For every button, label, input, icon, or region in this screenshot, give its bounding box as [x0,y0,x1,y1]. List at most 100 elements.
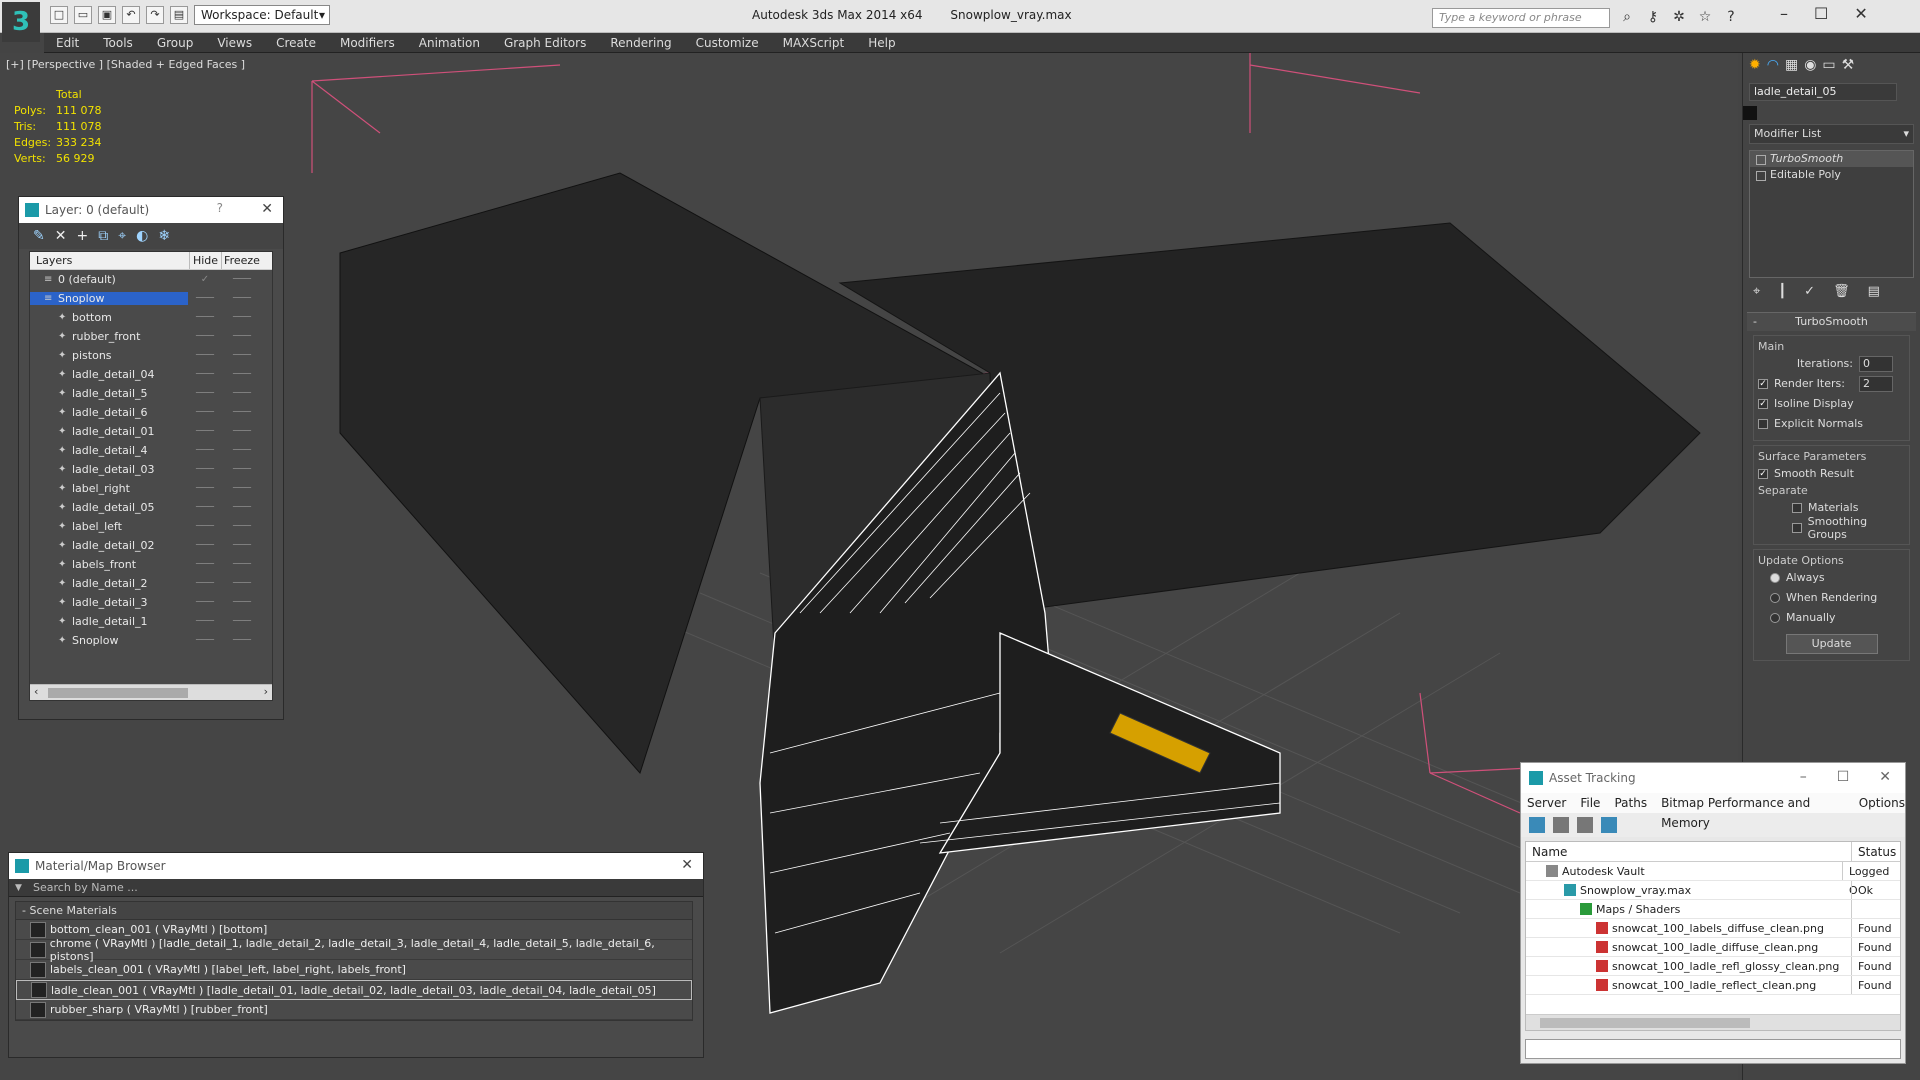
display-tab-icon[interactable]: ▭ [1822,57,1835,75]
layer-row[interactable]: ✦ Snoplow ─── ─── [30,631,272,650]
hide-toggle[interactable]: ─── [188,464,222,475]
scroll-thumb[interactable] [1540,1018,1750,1028]
hide-toggle[interactable]: ─── [188,369,222,380]
freeze-toggle[interactable]: ─── [222,331,262,342]
freeze-toggle[interactable]: ─── [222,312,262,323]
freeze-toggle[interactable]: ─── [222,445,262,456]
table-view-icon[interactable] [1601,817,1617,833]
material-item[interactable]: labels_clean_001 ( VRayMtl ) [label_left… [16,960,692,980]
close-icon[interactable]: ✕ [261,201,273,217]
menu-edit[interactable]: Edit [44,36,91,50]
hide-toggle[interactable]: ─── [188,635,222,646]
freeze-toggle[interactable]: ─── [222,350,262,361]
layer-row[interactable]: ✦ ladle_detail_2 ─── ─── [30,574,272,593]
asset-menu-bitmap-performance-and-memory[interactable]: Bitmap Performance and Memory [1661,793,1845,830]
hierarchy-tab-icon[interactable]: ▦ [1785,57,1798,75]
layer-row[interactable]: ✦ ladle_detail_1 ─── ─── [30,612,272,631]
app-logo-icon[interactable]: 3 [2,2,40,42]
material-search-input[interactable]: Search by Name ... [9,879,703,897]
layer-row[interactable]: ✦ bottom ─── ─── [30,308,272,327]
hide-toggle[interactable]: ─── [188,407,222,418]
menu-tools[interactable]: Tools [91,36,145,50]
delete-layer-icon[interactable]: ✕ [55,228,67,244]
col-freeze[interactable]: Freeze [222,252,262,269]
layer-panel-header[interactable]: Layer: 0 (default) ? ✕ [19,197,283,223]
freeze-all-icon[interactable]: ❄ [158,228,170,244]
menu-group[interactable]: Group [145,36,206,50]
configure-sets-icon[interactable]: ▤ [1868,284,1880,306]
refresh-icon[interactable] [1529,817,1545,833]
add-to-layer-icon[interactable]: + [76,228,88,244]
freeze-toggle[interactable]: ─── [222,616,262,627]
object-color-swatch[interactable] [1743,105,1757,120]
hide-toggle[interactable]: ─── [188,445,222,456]
layer-row[interactable]: ✦ rubber_front ─── ─── [30,327,272,346]
scene-materials-section[interactable]: - Scene Materials [16,902,692,920]
hide-toggle[interactable]: ─── [188,312,222,323]
freeze-toggle[interactable]: ─── [222,559,262,570]
modifier-list-dropdown[interactable]: Modifier List [1749,123,1914,144]
always-radio[interactable] [1770,572,1780,583]
menu-animation[interactable]: Animation [407,36,492,50]
minimize-icon[interactable]: – [1800,769,1807,785]
hide-toggle[interactable]: ─── [188,502,222,513]
col-layers[interactable]: Layers [30,252,190,269]
layer-scrollbar[interactable]: ‹ › [30,684,272,700]
freeze-toggle[interactable]: ─── [222,521,262,532]
menu-create[interactable]: Create [264,36,328,50]
asset-row[interactable]: snowcat_100_ladle_refl_glossy_clean.png F… [1526,957,1900,976]
layer-row[interactable]: ≡ Snoplow ─── ─── [30,289,272,308]
when-rendering-radio[interactable] [1770,592,1780,603]
layer-row[interactable]: ✦ ladle_detail_01 ─── ─── [30,422,272,441]
hide-toggle[interactable]: ─── [188,540,222,551]
freeze-toggle[interactable]: ─── [222,483,262,494]
freeze-toggle[interactable]: ─── [222,635,262,646]
new-file-icon[interactable]: □ [50,6,68,24]
close-icon[interactable]: ✕ [1854,4,1867,23]
asset-row[interactable]: snowcat_100_ladle_reflect_clean.png Found [1526,976,1900,995]
hide-toggle[interactable]: ─── [188,331,222,342]
make-unique-icon[interactable]: ✓ [1804,284,1815,306]
layer-row[interactable]: ✦ ladle_detail_5 ─── ─── [30,384,272,403]
render-iters-spinner[interactable]: 2 [1859,375,1893,392]
maximize-icon[interactable]: ☐ [1814,4,1828,23]
menu-maxscript[interactable]: MAXScript [771,36,857,50]
material-browser-header[interactable]: Material/Map Browser ✕ [9,853,703,879]
menu-views[interactable]: Views [205,36,264,50]
freeze-toggle[interactable]: ─── [222,464,262,475]
save-icon[interactable]: ▣ [98,6,116,24]
freeze-toggle[interactable]: ─── [222,426,262,437]
col-hide[interactable]: Hide [190,252,222,269]
material-item[interactable]: chrome ( VRayMtl ) [ladle_detail_1, ladl… [16,937,692,963]
hide-toggle[interactable]: ─── [188,578,222,589]
utilities-tab-icon[interactable]: ⚒ [1842,57,1855,75]
asset-tracking-header[interactable]: Asset Tracking – ☐ ✕ [1521,763,1905,793]
help-icon[interactable]: ? [217,201,223,215]
menu-modifiers[interactable]: Modifiers [328,36,407,50]
col-name[interactable]: Name [1526,842,1852,861]
asset-row[interactable]: Maps / Shaders [1526,900,1900,919]
object-name-field[interactable]: ladle_detail_05 [1749,83,1897,101]
hide-toggle[interactable]: ─── [188,521,222,532]
freeze-toggle[interactable]: ─── [222,502,262,513]
asset-menu-options[interactable]: Options [1859,793,1905,813]
hide-all-icon[interactable]: ◐ [136,228,148,244]
project-folder-icon[interactable]: ▤ [170,6,188,24]
hide-toggle[interactable]: ─── [188,616,222,627]
asset-row[interactable]: Autodesk Vault Logged O [1526,862,1900,897]
create-layer-icon[interactable]: ✎ [33,228,45,244]
smooth-result-checkbox[interactable]: ✓ [1758,468,1768,479]
hide-toggle[interactable]: ─── [188,559,222,570]
layer-row[interactable]: ✦ ladle_detail_05 ─── ─── [30,498,272,517]
layer-row[interactable]: ✦ label_right ─── ─── [30,479,272,498]
asset-menu-server[interactable]: Server [1527,793,1566,813]
close-icon[interactable]: ✕ [681,857,693,873]
explicit-normals-checkbox[interactable] [1758,418,1768,429]
asset-menu-paths[interactable]: Paths [1614,793,1647,813]
freeze-toggle[interactable]: ─── [222,293,262,304]
binoculars-icon[interactable]: ⌕ [1618,8,1636,26]
layer-row[interactable]: ✦ ladle_detail_04 ─── ─── [30,365,272,384]
freeze-toggle[interactable]: ─── [222,540,262,551]
undo-icon[interactable]: ↶ [122,6,140,24]
workspace-dropdown[interactable]: Workspace: Default [194,5,330,25]
